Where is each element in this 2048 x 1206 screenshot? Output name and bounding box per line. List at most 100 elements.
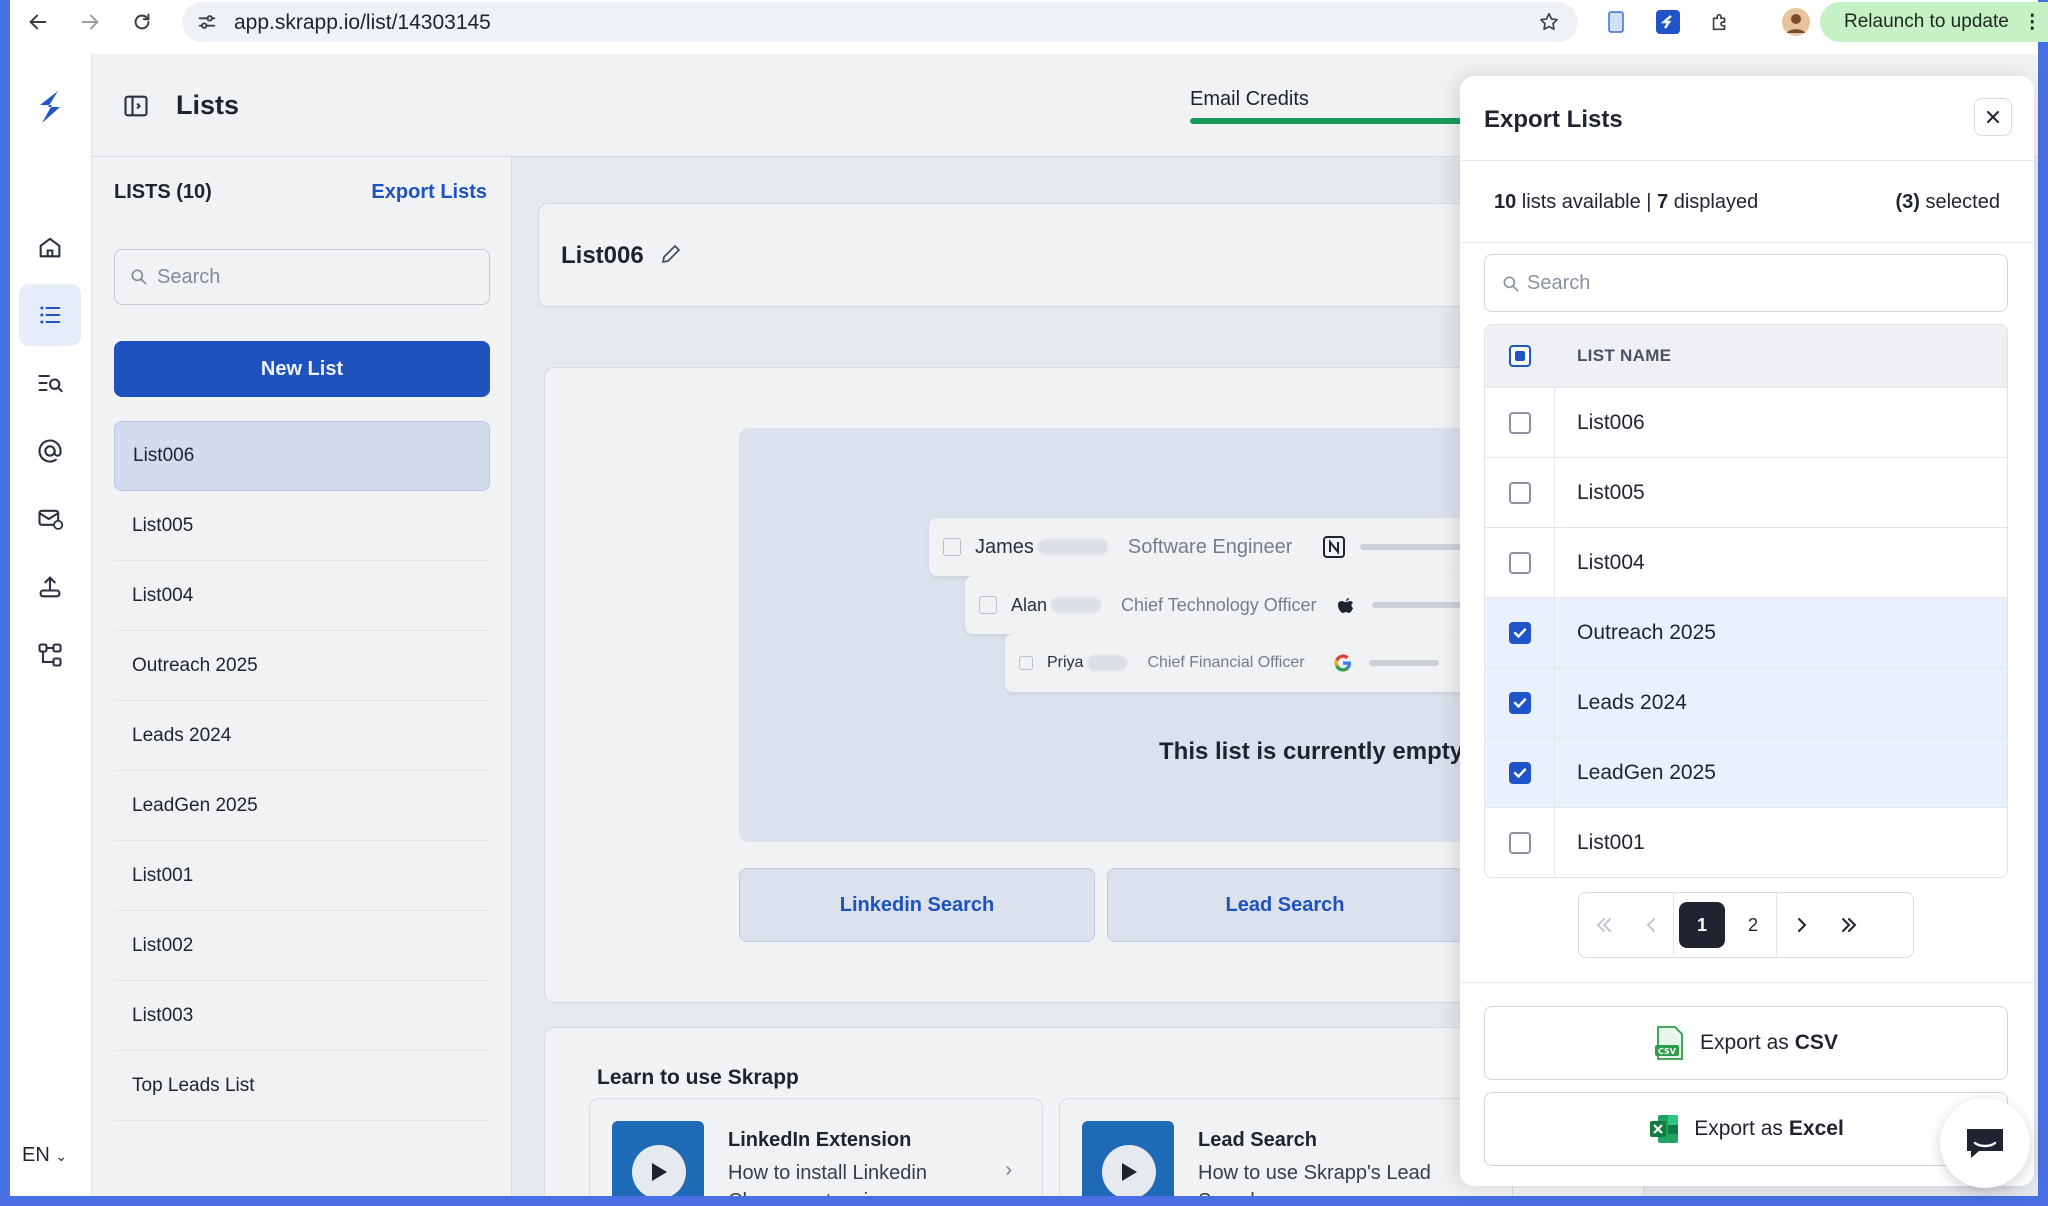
available-text: lists available |: [1516, 191, 1658, 213]
export-lists-modal: Export Lists 10 lists available | 7 disp…: [1460, 76, 2034, 1186]
back-button[interactable]: [22, 6, 54, 38]
row-checkbox[interactable]: [1508, 621, 1531, 644]
checkmark-icon: [1513, 697, 1526, 708]
at-sign-icon: [38, 439, 62, 463]
nav-integrations[interactable]: [19, 624, 81, 686]
chevron-right-icon: [1798, 918, 1807, 932]
row-list-name: Leads 2024: [1577, 690, 1687, 714]
side-rail: EN ⌄: [10, 54, 92, 1196]
chevron-left-icon: [1646, 918, 1655, 932]
page-1-button[interactable]: 1: [1674, 893, 1730, 957]
skrapp-logo[interactable]: [19, 76, 81, 138]
forward-button[interactable]: [74, 6, 106, 38]
nav-email-finder[interactable]: [19, 420, 81, 482]
row-checkbox[interactable]: [1508, 831, 1531, 854]
nav-email-verifier[interactable]: [19, 488, 81, 550]
row-check-cell: [1485, 388, 1555, 457]
lists-count-summary: 10 lists available | 7 displayed: [1494, 191, 1758, 214]
table-row[interactable]: Leads 2024: [1485, 667, 2007, 737]
table-row[interactable]: List006: [1485, 387, 2007, 457]
table-row[interactable]: Outreach 2025: [1485, 597, 2007, 667]
next-page-button[interactable]: [1777, 893, 1827, 957]
selected-summary: (3) selected: [1895, 191, 2000, 214]
chat-bubble-icon: [1967, 1129, 2003, 1158]
language-selector[interactable]: EN ⌄: [22, 1144, 67, 1167]
select-all-checkbox[interactable]: [1509, 345, 1531, 367]
csv-file-icon: CSV: [1654, 1025, 1686, 1061]
lists-table: LIST NAME List006 List005 List004 Outrea…: [1484, 324, 2008, 878]
excel-file-icon: [1648, 1113, 1680, 1145]
checkmark-icon: [1513, 767, 1526, 778]
profile-avatar[interactable]: [1782, 8, 1810, 36]
bookmark-star-icon: [1540, 12, 1558, 31]
last-page-button[interactable]: [1827, 893, 1871, 957]
table-header: LIST NAME: [1485, 325, 2007, 387]
nav-lead-search[interactable]: [19, 352, 81, 414]
row-check-cell: [1485, 738, 1555, 807]
export-excel-prefix: Export as: [1694, 1117, 1783, 1140]
row-checkbox[interactable]: [1508, 761, 1531, 784]
table-row[interactable]: List001: [1485, 807, 2007, 877]
table-row[interactable]: LeadGen 2025: [1485, 737, 2007, 807]
select-all-cell: [1485, 325, 1555, 387]
column-header-list-name[interactable]: LIST NAME: [1555, 346, 1671, 366]
current-page: 1: [1679, 902, 1725, 948]
search-icon: [1503, 276, 1519, 292]
row-check-cell: [1485, 458, 1555, 527]
extension-phone-icon[interactable]: [1602, 8, 1630, 36]
row-checkbox[interactable]: [1508, 411, 1531, 434]
row-checkbox[interactable]: [1508, 481, 1531, 504]
table-row[interactable]: List005: [1485, 457, 2007, 527]
row-check-cell: [1485, 668, 1555, 737]
url-text: app.skrapp.io/list/14303145: [234, 11, 491, 34]
divider: [1460, 982, 2034, 983]
list-icon: [40, 306, 61, 324]
relaunch-label: Relaunch to update: [1844, 11, 2009, 32]
extension-skrapp-icon[interactable]: [1654, 8, 1682, 36]
first-page-button[interactable]: [1579, 893, 1629, 957]
home-icon: [39, 237, 61, 258]
chat-support-button[interactable]: [1940, 1098, 2030, 1188]
reload-button[interactable]: [126, 6, 158, 38]
export-csv-format: CSV: [1794, 1031, 1838, 1054]
export-excel-button[interactable]: Export as Excel: [1484, 1092, 2008, 1166]
svg-text:CSV: CSV: [1658, 1047, 1677, 1056]
kebab-menu-icon[interactable]: ⋮: [2023, 11, 2042, 34]
row-checkbox[interactable]: [1508, 691, 1531, 714]
export-excel-format: Excel: [1788, 1117, 1844, 1140]
divider: [1460, 242, 2034, 243]
nav-home[interactable]: [19, 216, 81, 278]
modal-search-input[interactable]: Search: [1484, 254, 2008, 312]
mail-check-icon: [38, 509, 64, 530]
address-bar[interactable]: app.skrapp.io/list/14303145: [182, 2, 1578, 42]
nav-lists[interactable]: [19, 284, 81, 346]
export-csv-button[interactable]: CSV Export as CSV: [1484, 1006, 2008, 1080]
row-list-name: LeadGen 2025: [1577, 760, 1716, 784]
chevrons-right-icon: [1842, 918, 1857, 932]
displayed-text: displayed: [1668, 191, 1759, 213]
export-csv-prefix: Export as: [1700, 1031, 1789, 1054]
reload-icon: [134, 13, 150, 30]
page-2-button[interactable]: 2: [1730, 893, 1776, 957]
row-list-name: List005: [1577, 480, 1645, 504]
table-row[interactable]: List004: [1485, 527, 2007, 597]
selected-count: (3): [1895, 191, 1920, 213]
search-placeholder: Search: [1527, 272, 1591, 294]
nav-bulk-upload[interactable]: [19, 556, 81, 618]
extensions-puzzle-icon[interactable]: [1706, 8, 1734, 36]
divider: [1460, 160, 2034, 161]
available-count: 10: [1494, 191, 1517, 213]
arrow-right-icon: [81, 14, 99, 30]
row-check-cell: [1485, 598, 1555, 667]
close-button[interactable]: [1974, 98, 2012, 136]
upload-icon: [39, 576, 61, 598]
checkmark-icon: [1513, 627, 1526, 638]
relaunch-button[interactable]: Relaunch to update ⋮: [1820, 2, 2048, 42]
row-checkbox[interactable]: [1508, 551, 1531, 574]
chevrons-left-icon: [1596, 918, 1611, 932]
arrow-left-icon: [29, 14, 47, 30]
row-list-name: List001: [1577, 830, 1645, 854]
pagination: 1 2: [1578, 892, 1914, 958]
displayed-count: 7: [1657, 191, 1669, 213]
previous-page-button[interactable]: [1629, 893, 1673, 957]
